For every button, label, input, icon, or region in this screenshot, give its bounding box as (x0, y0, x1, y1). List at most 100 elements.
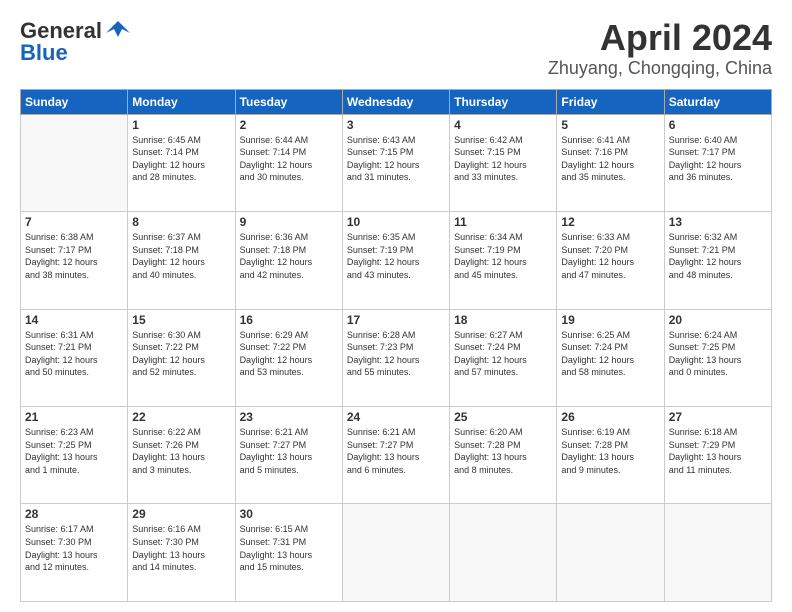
calendar-cell: 26Sunrise: 6:19 AM Sunset: 7:28 PM Dayli… (557, 407, 664, 504)
day-number: 10 (347, 215, 445, 229)
day-info: Sunrise: 6:33 AM Sunset: 7:20 PM Dayligh… (561, 231, 659, 281)
day-info: Sunrise: 6:40 AM Sunset: 7:17 PM Dayligh… (669, 134, 767, 184)
day-info: Sunrise: 6:17 AM Sunset: 7:30 PM Dayligh… (25, 523, 123, 573)
calendar-cell (21, 114, 128, 211)
day-info: Sunrise: 6:22 AM Sunset: 7:26 PM Dayligh… (132, 426, 230, 476)
calendar-cell: 14Sunrise: 6:31 AM Sunset: 7:21 PM Dayli… (21, 309, 128, 406)
calendar-cell: 21 Sunrise: 6:23 AM Sunset: 7:25 PM Dayli… (21, 407, 128, 504)
day-info: Sunrise: 6:36 AM Sunset: 7:18 PM Dayligh… (240, 231, 338, 281)
day-info: Sunrise: 6:24 AM Sunset: 7:25 PM Dayligh… (669, 329, 767, 379)
day-info: Sunrise: 6:30 AM Sunset: 7:22 PM Dayligh… (132, 329, 230, 379)
col-thursday: Thursday (450, 89, 557, 114)
day-number: 12 (561, 215, 659, 229)
day-info: Sunrise: 6:23 AM Sunset: 7:25 PM Dayligh… (25, 426, 123, 476)
day-number: 30 (240, 507, 338, 521)
day-number: 18 (454, 313, 552, 327)
day-info: Sunrise: 6:21 AM Sunset: 7:27 PM Dayligh… (240, 426, 338, 476)
day-number: 7 (25, 215, 123, 229)
day-number: 13 (669, 215, 767, 229)
day-number: 8 (132, 215, 230, 229)
logo-bird-icon (104, 19, 132, 41)
logo: General Blue (20, 18, 132, 66)
calendar-cell: 13 Sunrise: 6:32 AM Sunset: 7:21 PM Dayli… (664, 212, 771, 309)
logo-blue-text: Blue (20, 40, 68, 65)
page-title: April 2024 (548, 18, 772, 58)
calendar-cell: 16 Sunrise: 6:29 AM Sunset: 7:22 PM Dayli… (235, 309, 342, 406)
calendar-cell (557, 504, 664, 602)
calendar-cell: 17Sunrise: 6:28 AM Sunset: 7:23 PM Dayli… (342, 309, 449, 406)
calendar-cell: 4 Sunrise: 6:42 AM Sunset: 7:15 PM Daylig… (450, 114, 557, 211)
day-number: 15 (132, 313, 230, 327)
day-number: 4 (454, 118, 552, 132)
calendar-cell: 24 Sunrise: 6:21 AM Sunset: 7:27 PM Dayli… (342, 407, 449, 504)
day-info: Sunrise: 6:15 AM Sunset: 7:31 PM Dayligh… (240, 523, 338, 573)
page: General Blue April 2024 Zhuyang, Chongqi… (0, 0, 792, 612)
day-number: 25 (454, 410, 552, 424)
day-number: 9 (240, 215, 338, 229)
day-info: Sunrise: 6:27 AM Sunset: 7:24 PM Dayligh… (454, 329, 552, 379)
day-info: Sunrise: 6:44 AM Sunset: 7:14 PM Dayligh… (240, 134, 338, 184)
calendar-week-5: 28 Sunrise: 6:17 AM Sunset: 7:30 PM Dayli… (21, 504, 772, 602)
col-friday: Friday (557, 89, 664, 114)
day-info: Sunrise: 6:41 AM Sunset: 7:16 PM Dayligh… (561, 134, 659, 184)
calendar-week-1: 1Sunrise: 6:45 AM Sunset: 7:14 PM Daylig… (21, 114, 772, 211)
day-number: 2 (240, 118, 338, 132)
calendar-cell: 30 Sunrise: 6:15 AM Sunset: 7:31 PM Dayli… (235, 504, 342, 602)
day-number: 24 (347, 410, 445, 424)
calendar-table: Sunday Monday Tuesday Wednesday Thursday… (20, 89, 772, 602)
calendar-header-row: Sunday Monday Tuesday Wednesday Thursday… (21, 89, 772, 114)
day-number: 28 (25, 507, 123, 521)
calendar-week-4: 21 Sunrise: 6:23 AM Sunset: 7:25 PM Dayli… (21, 407, 772, 504)
calendar-cell: 28 Sunrise: 6:17 AM Sunset: 7:30 PM Dayli… (21, 504, 128, 602)
calendar-week-3: 14Sunrise: 6:31 AM Sunset: 7:21 PM Dayli… (21, 309, 772, 406)
day-info: Sunrise: 6:37 AM Sunset: 7:18 PM Dayligh… (132, 231, 230, 281)
calendar-cell: 9 Sunrise: 6:36 AM Sunset: 7:18 PM Daylig… (235, 212, 342, 309)
calendar-cell: 1Sunrise: 6:45 AM Sunset: 7:14 PM Daylig… (128, 114, 235, 211)
day-number: 3 (347, 118, 445, 132)
calendar-cell: 10 Sunrise: 6:35 AM Sunset: 7:19 PM Dayli… (342, 212, 449, 309)
day-number: 20 (669, 313, 767, 327)
calendar-cell: 3 Sunrise: 6:43 AM Sunset: 7:15 PM Daylig… (342, 114, 449, 211)
day-info: Sunrise: 6:34 AM Sunset: 7:19 PM Dayligh… (454, 231, 552, 281)
calendar-cell: 12 Sunrise: 6:33 AM Sunset: 7:20 PM Dayli… (557, 212, 664, 309)
page-subtitle: Zhuyang, Chongqing, China (548, 58, 772, 79)
day-info: Sunrise: 6:35 AM Sunset: 7:19 PM Dayligh… (347, 231, 445, 281)
header: General Blue April 2024 Zhuyang, Chongqi… (20, 18, 772, 79)
calendar-cell: 6 Sunrise: 6:40 AM Sunset: 7:17 PM Daylig… (664, 114, 771, 211)
col-wednesday: Wednesday (342, 89, 449, 114)
day-number: 27 (669, 410, 767, 424)
day-info: Sunrise: 6:20 AM Sunset: 7:28 PM Dayligh… (454, 426, 552, 476)
day-info: Sunrise: 6:42 AM Sunset: 7:15 PM Dayligh… (454, 134, 552, 184)
day-number: 6 (669, 118, 767, 132)
day-info: Sunrise: 6:32 AM Sunset: 7:21 PM Dayligh… (669, 231, 767, 281)
calendar-cell: 5 Sunrise: 6:41 AM Sunset: 7:16 PM Daylig… (557, 114, 664, 211)
calendar-cell: 27 Sunrise: 6:18 AM Sunset: 7:29 PM Dayli… (664, 407, 771, 504)
day-info: Sunrise: 6:16 AM Sunset: 7:30 PM Dayligh… (132, 523, 230, 573)
calendar-cell: 2 Sunrise: 6:44 AM Sunset: 7:14 PM Daylig… (235, 114, 342, 211)
calendar-week-2: 7 Sunrise: 6:38 AM Sunset: 7:17 PM Daylig… (21, 212, 772, 309)
day-number: 14 (25, 313, 123, 327)
calendar-cell: 23Sunrise: 6:21 AM Sunset: 7:27 PM Dayli… (235, 407, 342, 504)
day-number: 19 (561, 313, 659, 327)
day-info: Sunrise: 6:18 AM Sunset: 7:29 PM Dayligh… (669, 426, 767, 476)
col-tuesday: Tuesday (235, 89, 342, 114)
calendar-cell: 19Sunrise: 6:25 AM Sunset: 7:24 PM Dayli… (557, 309, 664, 406)
calendar-cell (342, 504, 449, 602)
day-number: 1 (132, 118, 230, 132)
calendar-cell (664, 504, 771, 602)
day-number: 26 (561, 410, 659, 424)
day-info: Sunrise: 6:38 AM Sunset: 7:17 PM Dayligh… (25, 231, 123, 281)
calendar-cell: 8 Sunrise: 6:37 AM Sunset: 7:18 PM Daylig… (128, 212, 235, 309)
calendar-cell (450, 504, 557, 602)
day-info: Sunrise: 6:28 AM Sunset: 7:23 PM Dayligh… (347, 329, 445, 379)
calendar-cell: 11Sunrise: 6:34 AM Sunset: 7:19 PM Dayli… (450, 212, 557, 309)
day-number: 16 (240, 313, 338, 327)
day-info: Sunrise: 6:21 AM Sunset: 7:27 PM Dayligh… (347, 426, 445, 476)
day-info: Sunrise: 6:29 AM Sunset: 7:22 PM Dayligh… (240, 329, 338, 379)
day-number: 5 (561, 118, 659, 132)
title-block: April 2024 Zhuyang, Chongqing, China (548, 18, 772, 79)
day-number: 21 (25, 410, 123, 424)
day-info: Sunrise: 6:43 AM Sunset: 7:15 PM Dayligh… (347, 134, 445, 184)
calendar-cell: 29Sunrise: 6:16 AM Sunset: 7:30 PM Dayli… (128, 504, 235, 602)
col-sunday: Sunday (21, 89, 128, 114)
